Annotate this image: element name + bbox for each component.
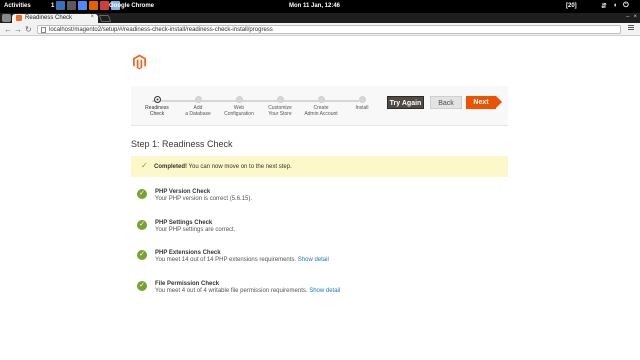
check-title: PHP Settings Check [155,220,213,226]
forward-arrow-icon[interactable]: → [14,25,22,34]
system-tray[interactable]: ⇵ ◖ ⏻ [601,2,629,10]
back-arrow-icon[interactable]: ← [4,25,12,34]
network-icon[interactable]: ⇵ [601,2,607,10]
check-title: File Permission Check [155,281,220,287]
try-again-button[interactable]: Try Again [387,96,424,109]
new-tab-button[interactable] [98,15,112,22]
back-button[interactable]: Back [430,96,462,109]
show-detail-link[interactable]: Show detail [309,288,340,294]
success-check-icon: ✓ [137,281,147,291]
step-label: Install [355,105,369,111]
browser-toolbar: ← → ↻ localhost/magento2/setup/#/readine… [0,23,640,36]
magento-logo-icon [133,54,146,70]
close-tab-icon[interactable]: × [90,14,94,20]
reload-icon[interactable]: ↻ [25,25,32,34]
address-bar[interactable]: localhost/magento2/setup/#/readiness-che… [37,25,621,34]
check-description: You meet 4 out of 4 writable file permis… [155,288,340,294]
volume-icon[interactable]: ◖ [613,2,617,10]
workspace-count-indicator[interactable]: [20] [566,3,577,9]
power-icon[interactable]: ⏻ [623,2,629,10]
files-icon[interactable] [56,1,65,10]
step-dot-icon [153,96,161,103]
magento-favicon-icon [16,15,22,21]
step-dot-icon [276,96,284,103]
system-top-bar: Activities 1 Google Chrome Mon 11 Jan, 1… [0,0,640,13]
check-desc-text: Your PHP settings are correct. [155,227,236,233]
completion-notice: ✓ Completed! You can now move on to the … [131,156,508,177]
step-dot-icon [194,96,202,103]
chrome-menu-icon[interactable] [628,25,634,30]
notice-message: Completed! You can now move on to the ne… [154,164,292,170]
clock[interactable]: Mon 11 Jan, 12:46 [289,3,340,9]
terminal-icon[interactable] [67,1,76,10]
notice-strong: Completed! [154,164,187,170]
success-check-icon: ✓ [137,250,147,260]
step-dot-icon [235,96,243,103]
chrome-icon[interactable] [78,1,87,10]
profile-icon[interactable] [2,14,11,22]
minimize-icon[interactable]: – [626,14,629,20]
page-icon [41,27,46,33]
wizard-step: Install [336,96,388,112]
url-text: localhost/magento2/setup/#/readiness-che… [49,27,273,33]
page-title: Step 1: Readiness Check [131,139,233,149]
workspace-indicator[interactable]: 1 [51,3,54,9]
close-window-icon[interactable]: × [633,14,637,20]
step-dot-icon [317,96,325,103]
check-desc-text: You meet 14 out of 14 PHP extensions req… [155,257,297,263]
activities-button[interactable]: Activities [4,3,31,9]
success-check-icon: ✓ [137,220,147,230]
mail-icon[interactable] [100,1,109,10]
checkmark-icon: ✓ [141,161,148,170]
next-button[interactable]: Next [466,96,502,109]
check-desc-text: Your PHP version is correct (5.6.15). [155,196,253,202]
check-title: PHP Version Check [155,189,211,195]
tab-title: Readiness Check [25,15,73,21]
step-label-line2: Admin Account [304,110,338,117]
window-controls: – × [626,14,637,20]
notice-text: You can now move on to the next step. [187,164,292,170]
firefox-icon[interactable] [89,1,98,10]
app-menu[interactable]: Google Chrome [109,3,154,9]
step-dot-icon [358,96,366,103]
check-desc-text: You meet 4 out of 4 writable file permis… [155,288,308,294]
success-check-icon: ✓ [137,189,147,199]
check-title: PHP Extensions Check [155,250,221,256]
show-detail-link[interactable]: Show detail [298,257,329,263]
check-description: Your PHP version is correct (5.6.15). [155,196,252,202]
tab-readiness-check[interactable]: Readiness Check × [12,14,98,23]
browser-tab-strip: Readiness Check × – × [0,13,640,23]
check-description: Your PHP settings are correct. [155,227,235,233]
check-description: You meet 14 out of 14 PHP extensions req… [155,257,329,263]
